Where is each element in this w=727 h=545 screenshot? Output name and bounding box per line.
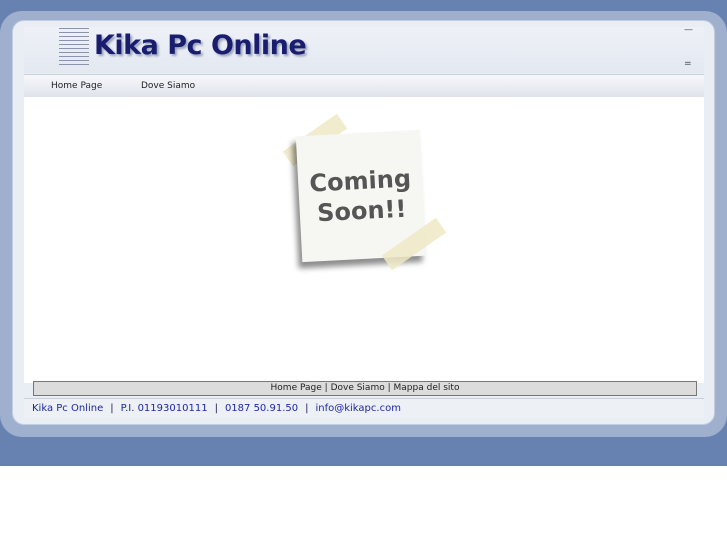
coming-soon-note: Coming Soon!! xyxy=(282,113,455,275)
corner-mark-top: — xyxy=(684,25,693,35)
footer-phone: 0187 50.91.50 xyxy=(224,403,299,414)
site-title: Kika Pc Online xyxy=(94,30,307,61)
footer-link-sitemap[interactable]: Mappa del sito xyxy=(394,383,460,393)
footer-link-separator: | xyxy=(387,383,391,393)
decorative-text-lines xyxy=(59,28,89,68)
note-line-2: Soon!! xyxy=(316,194,408,228)
footer-vat-number: P.I. 01193010111 xyxy=(120,403,208,414)
footer-company-name: Kika Pc Online xyxy=(32,403,104,414)
footer-info: Kika Pc Online | P.I. 01193010111 | 0187 50.… xyxy=(24,398,704,418)
footer-info-separator: | xyxy=(110,403,114,414)
footer-info-separator: | xyxy=(305,403,309,414)
corner-mark-bottom: = xyxy=(684,59,692,69)
footer-link-dove-siamo[interactable]: Dove Siamo xyxy=(331,383,385,393)
footer-link-home-page[interactable]: Home Page xyxy=(271,383,322,393)
nav-home-page[interactable]: Home Page xyxy=(51,81,102,91)
footer-email-link[interactable]: info@kikapc.com xyxy=(315,403,400,414)
top-nav: Home Page Dove Siamo xyxy=(24,74,704,98)
footer-link-separator: | xyxy=(324,383,328,393)
nav-dove-siamo[interactable]: Dove Siamo xyxy=(141,81,195,91)
footer-info-separator: | xyxy=(214,403,218,414)
footer-links: Home Page | Dove Siamo | Mappa del sito xyxy=(33,381,697,396)
